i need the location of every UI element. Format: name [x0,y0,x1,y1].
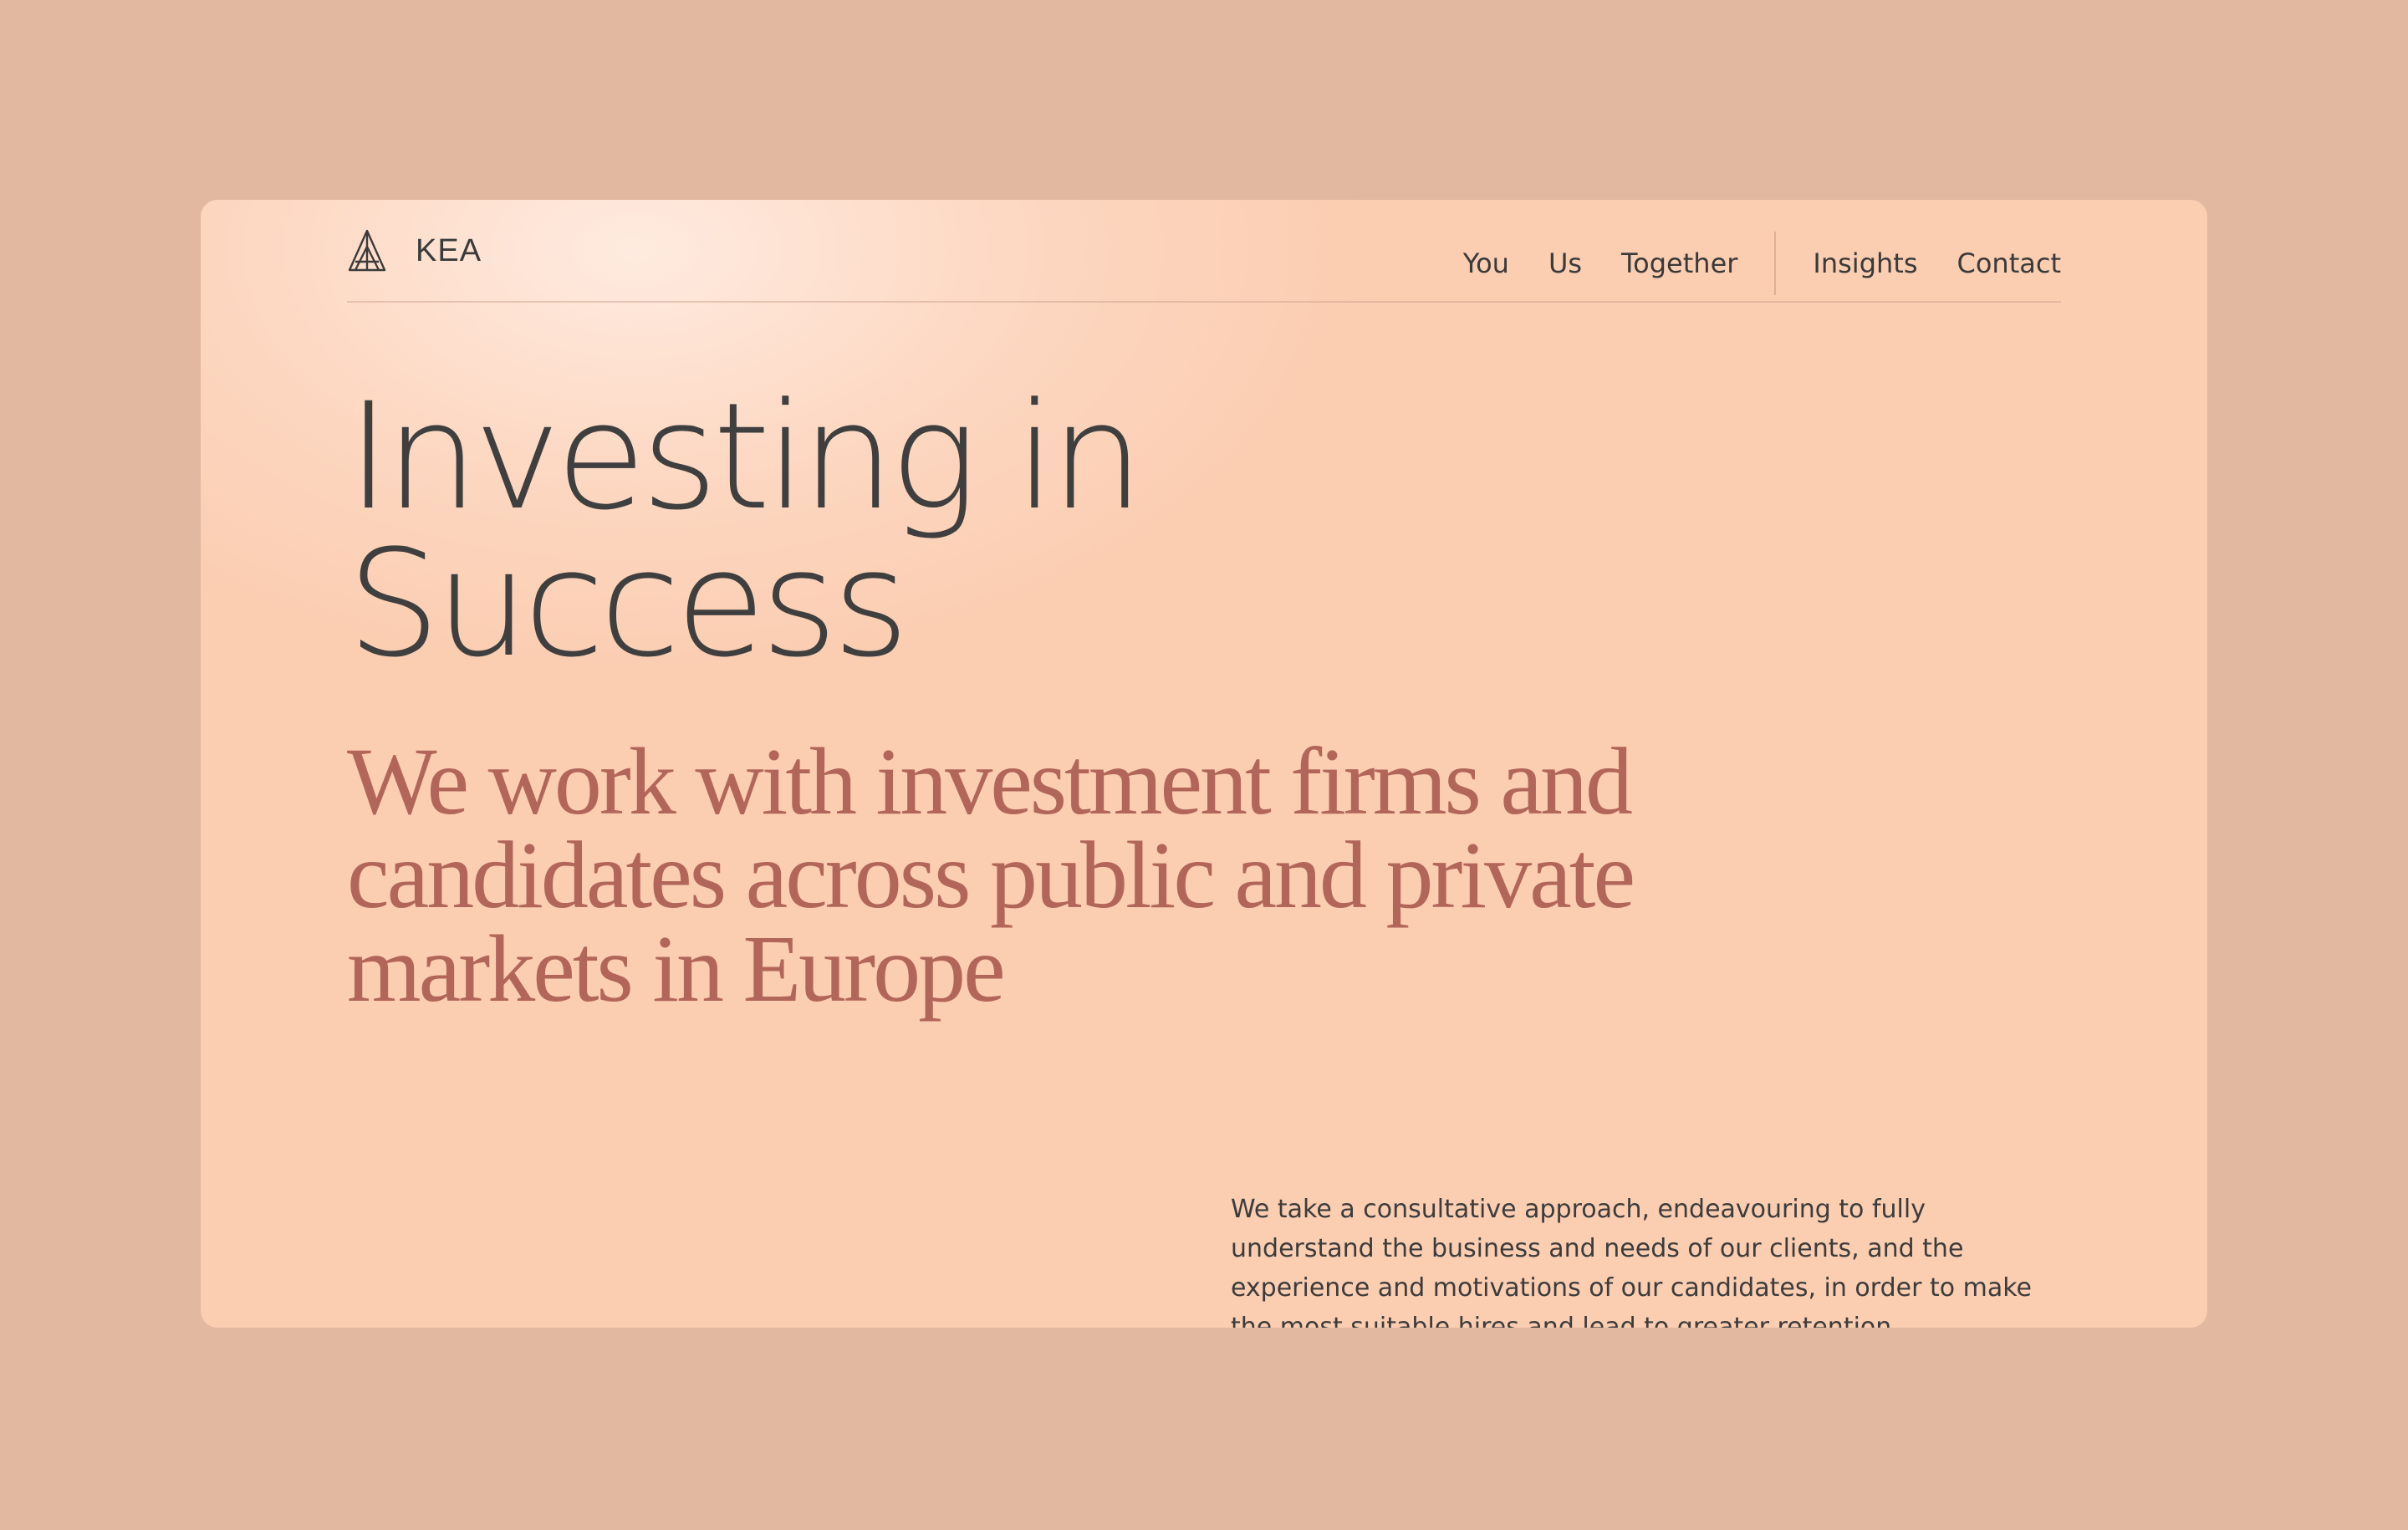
hero-title-line-2: Success [347,518,909,690]
nav-link-contact[interactable]: Contact [1957,247,2062,279]
hero-title: Investing in Success [347,371,1144,690]
nav-link-us[interactable]: Us [1548,247,1582,279]
brand-logo-link[interactable]: KEA [347,228,482,273]
site-frame: KEA You Us Together Insights Contact Inv… [201,200,2207,1328]
hero-subtitle: We work with investment firms and candid… [347,728,1635,1022]
brand-name: KEA [416,232,482,268]
nav-divider [1774,232,1777,295]
intro-paragraph: We take a consultative approach, endeavo… [1231,1195,2032,1328]
top-navigation: KEA You Us Together Insights Contact [347,200,2061,303]
nav-link-insights[interactable]: Insights [1813,247,1917,279]
kea-logo-icon [348,229,386,272]
hero-title-line-1: Investing in [347,371,1144,543]
nav-link-you[interactable]: You [1463,247,1509,279]
main-menu: You Us Together Insights Contact [1463,232,2061,295]
nav-link-together[interactable]: Together [1621,247,1737,279]
